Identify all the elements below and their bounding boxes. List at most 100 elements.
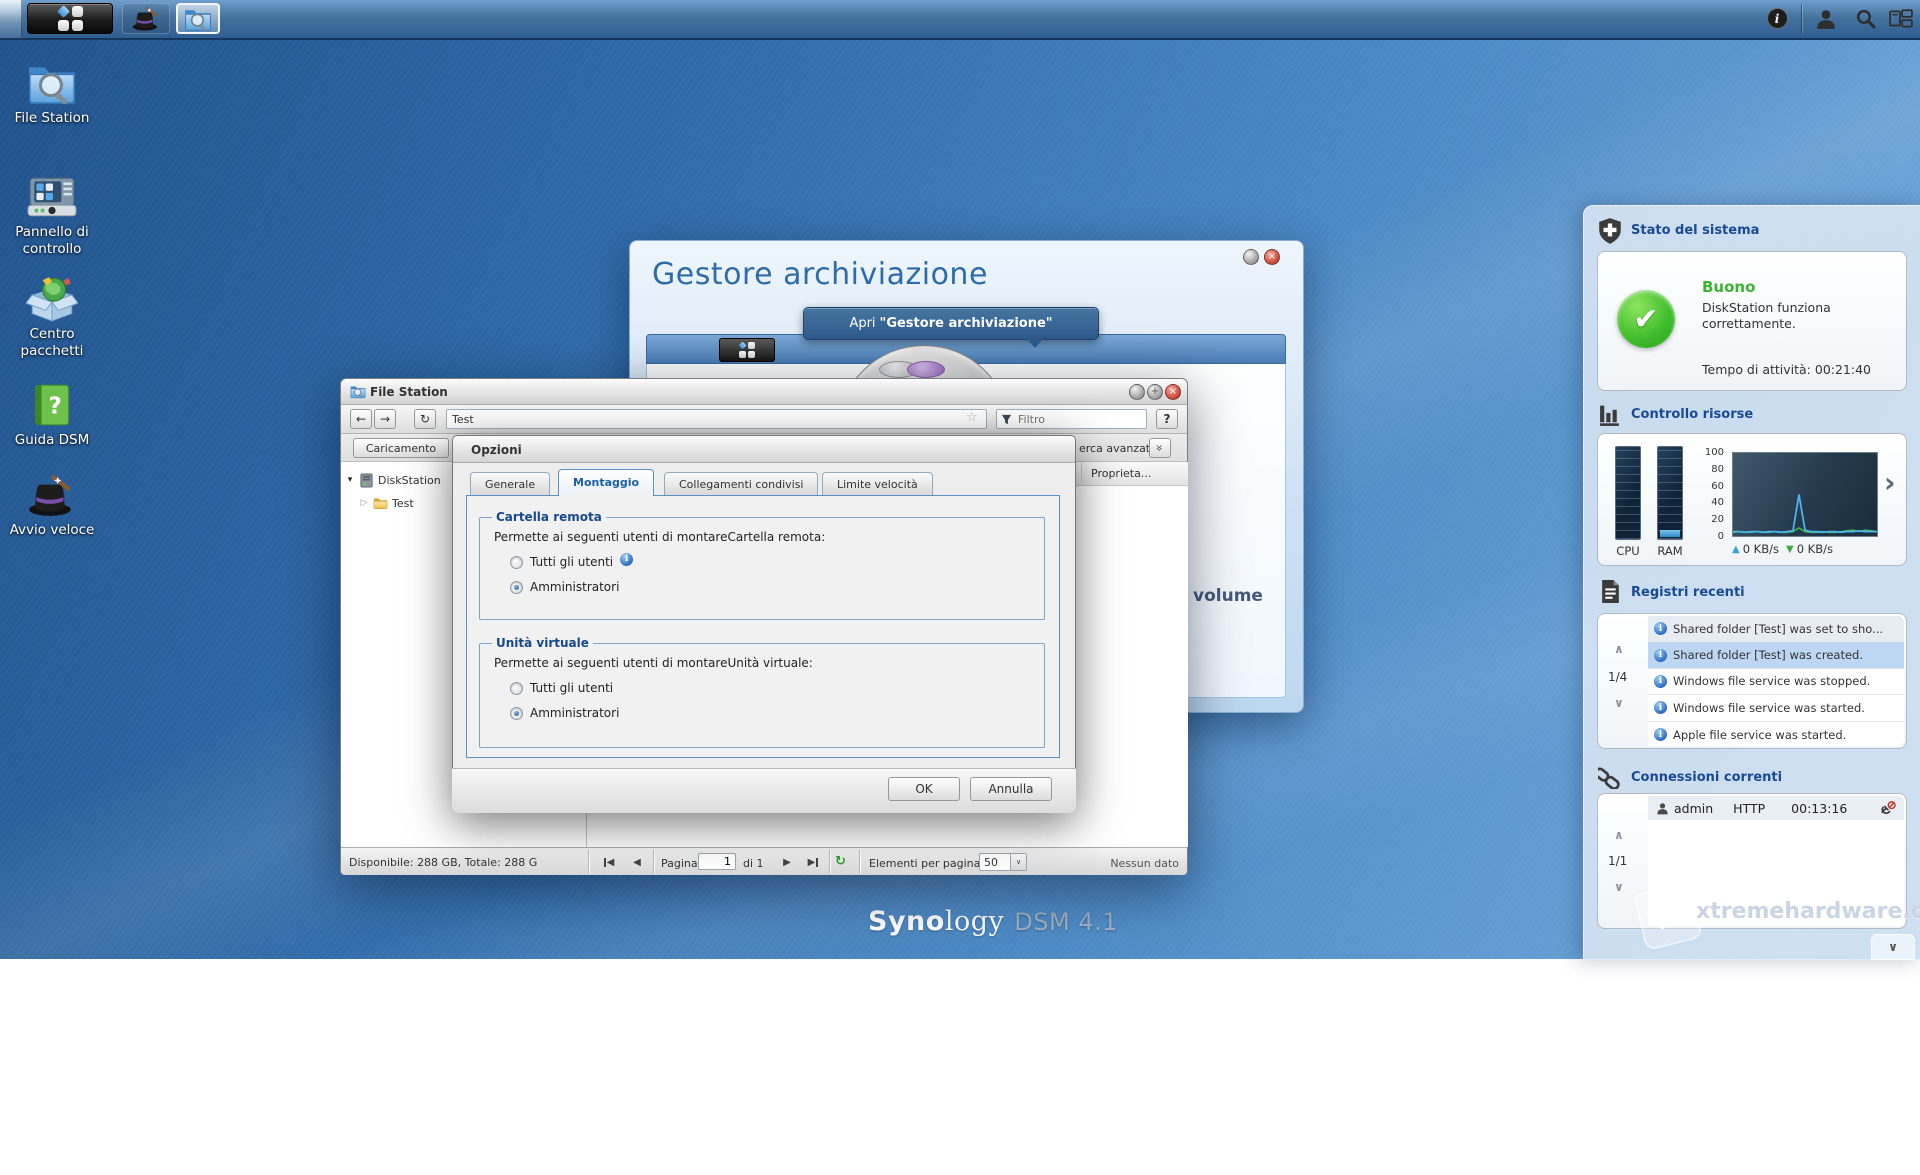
desktop-icon-file-station[interactable]: File Station (2, 60, 102, 127)
refresh-list-button[interactable]: ↻ (835, 854, 846, 869)
tab-montaggio[interactable]: Montaggio (558, 469, 655, 496)
log-row[interactable]: i Apple file service was started. (1648, 722, 1904, 746)
back-button[interactable]: ← (350, 409, 372, 429)
log-text: Apple file service was started. (1673, 727, 1847, 742)
first-page-icon: ◀ (606, 856, 615, 868)
tab-generale[interactable]: Generale (470, 472, 551, 495)
pilot-view-button[interactable] (1884, 3, 1918, 34)
statusbar-divider (588, 850, 589, 874)
recent-logs-title: Registri recenti (1631, 585, 1745, 600)
radio-icon[interactable] (510, 555, 523, 569)
radio-all-users[interactable]: Tutti gli utenti (510, 681, 1036, 695)
per-page-select[interactable]: 50 ∨ (979, 853, 1027, 871)
close-button[interactable]: × (1165, 384, 1181, 400)
bar-chart-icon (1598, 403, 1623, 427)
ram-usage-bar (1657, 446, 1683, 540)
log-row[interactable]: i Shared folder [Test] was created. (1648, 642, 1904, 669)
tree-expander-icon[interactable]: ▷ (359, 498, 369, 508)
desktop-icon-label: Avvio veloce (9, 522, 95, 538)
radio-icon[interactable] (510, 681, 523, 695)
disconnect-icon[interactable] (1879, 801, 1896, 816)
radio-administrators[interactable]: Amministratori (510, 580, 1036, 594)
minimize-button[interactable] (1129, 384, 1145, 400)
search-button[interactable] (1848, 3, 1882, 34)
advanced-search-label[interactable]: erca avanzata (1079, 442, 1157, 455)
close-button[interactable]: × (1264, 249, 1280, 265)
page-number-input[interactable] (698, 853, 736, 870)
pager-down-icon[interactable]: ∨ (1614, 696, 1624, 710)
desktop-icon-label: Centro pacchetti (20, 326, 84, 359)
column-divider (1081, 462, 1082, 486)
virtual-drive-legend: Unità virtuale (496, 636, 589, 650)
last-page-button[interactable]: ▶ (801, 852, 825, 872)
help-book-icon (29, 382, 75, 428)
user-menu-button[interactable] (1808, 3, 1844, 34)
desktop-icon-package-center[interactable]: Centro pacchetti (2, 276, 102, 360)
prev-page-button[interactable]: ◀ (625, 852, 649, 872)
next-page-icon: ▶ (783, 856, 791, 868)
chevron-down-icon: ∨ (1888, 940, 1898, 954)
system-health-title: Stato del sistema (1631, 223, 1760, 238)
no-data-label: Nessun dato (1110, 857, 1179, 870)
expand-search-button[interactable]: » (1149, 438, 1171, 458)
log-row[interactable]: i Windows file service was started. (1648, 695, 1904, 722)
open-storage-manager-tooltip: Apri "Gestore archiviazione" (803, 307, 1099, 340)
user-icon (1815, 8, 1837, 30)
connection-time: 00:13:16 (1791, 800, 1848, 816)
tree-expander-icon[interactable]: ▾ (345, 475, 355, 485)
radio-label[interactable]: Tutti gli utenti (530, 681, 613, 695)
statusbar-divider (859, 850, 860, 874)
desktop-icon-label: File Station (14, 110, 90, 126)
tree-item-label: DiskStation (378, 473, 441, 487)
upload-button[interactable]: Caricamento (353, 438, 449, 458)
filter-box[interactable] (996, 409, 1147, 429)
first-page-button[interactable]: ◀ (597, 852, 621, 872)
taskbar-quick-start-button[interactable] (122, 3, 170, 34)
storage-manager-menu-button[interactable] (719, 338, 775, 362)
connection-row[interactable]: admin HTTP 00:13:16 (1648, 796, 1904, 820)
forward-button[interactable]: → (374, 409, 396, 429)
radio-label[interactable]: Tutti gli utenti (530, 555, 613, 569)
minimize-button[interactable] (1243, 249, 1259, 265)
column-properties[interactable]: Proprieta... (1091, 467, 1151, 480)
system-info-button[interactable]: i (1760, 3, 1794, 34)
system-health-box: ✔ Buono DiskStation funziona correttamen… (1597, 251, 1907, 391)
help-button[interactable]: ? (1156, 409, 1178, 429)
resource-detail-chevron[interactable]: › (1884, 466, 1896, 499)
radio-label[interactable]: Amministratori (530, 706, 619, 720)
refresh-button[interactable]: ↻ (414, 409, 436, 429)
desktop-icon-dsm-help[interactable]: Guida DSM (2, 382, 102, 449)
desktop-icon-control-panel[interactable]: Pannello di controllo (2, 174, 102, 258)
pager-up-icon[interactable]: ∧ (1614, 828, 1624, 842)
tab-collegamenti-condivisi[interactable]: Collegamenti condivisi (664, 472, 819, 495)
address-input[interactable] (446, 409, 987, 429)
log-row[interactable]: i Windows file service was stopped. (1648, 669, 1904, 696)
maximize-button[interactable]: + (1147, 384, 1163, 400)
radio-icon-selected[interactable] (510, 580, 523, 594)
next-page-button[interactable]: ▶ (775, 852, 799, 872)
pager-up-icon[interactable]: ∧ (1614, 642, 1624, 656)
download-rate: 0 KB/s (1796, 542, 1833, 556)
remote-folder-fieldset: Cartella remota Permette ai seguenti ute… (479, 510, 1045, 620)
panel-collapse-button[interactable]: ∨ (1871, 934, 1915, 960)
cpu-label: CPU (1616, 544, 1640, 558)
show-desktop-button[interactable] (0, 0, 22, 38)
radio-administrators[interactable]: Amministratori (510, 706, 1036, 720)
filter-input[interactable] (1016, 411, 1130, 427)
pager-down-icon[interactable]: ∨ (1614, 880, 1624, 894)
tab-limite-velocita[interactable]: Limite velocità (822, 472, 933, 495)
taskbar: i (0, 0, 1920, 40)
info-icon[interactable]: i (620, 552, 634, 566)
main-menu-button[interactable] (27, 3, 113, 34)
desktop-icon-quick-start[interactable]: Avvio veloce (2, 472, 102, 539)
ok-button[interactable]: OK (888, 777, 960, 801)
cancel-button[interactable]: Annulla (970, 777, 1052, 801)
select-arrow-icon: ∨ (1010, 854, 1026, 870)
folder-icon (373, 496, 388, 510)
radio-icon-selected[interactable] (510, 706, 523, 720)
favorite-star-icon[interactable]: ☆ (966, 411, 978, 424)
log-row[interactable]: i Shared folder [Test] was set to sho... (1648, 616, 1904, 643)
radio-label[interactable]: Amministratori (530, 580, 619, 594)
radio-all-users[interactable]: Tutti gli utenti i (510, 552, 1036, 569)
taskbar-file-station-button[interactable] (176, 3, 220, 34)
